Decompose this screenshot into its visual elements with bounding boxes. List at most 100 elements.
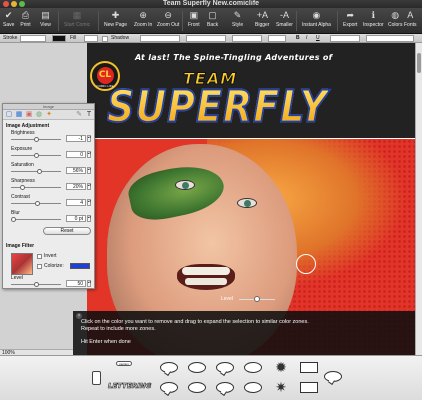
shadow-color-slider[interactable] xyxy=(140,35,180,42)
level-label: Level xyxy=(221,296,233,302)
filter-level-slider[interactable] xyxy=(11,282,61,287)
saturation-slider[interactable] xyxy=(11,169,61,174)
font-size-field[interactable] xyxy=(268,35,286,42)
speech-balloon-3[interactable] xyxy=(160,382,178,393)
instant-alpha-button[interactable]: ◉ Instant Alpha xyxy=(302,10,331,28)
contrast-slider-knob[interactable] xyxy=(35,201,40,206)
stroke-width-select[interactable] xyxy=(20,35,46,42)
sharpness-slider-knob[interactable] xyxy=(20,185,25,190)
sharpness-slider[interactable] xyxy=(11,185,61,190)
export-button[interactable]: ➦ Export xyxy=(343,10,357,28)
level-slider-knob[interactable] xyxy=(254,296,260,302)
comic-page[interactable]: At last! The Spine-Tingling Adventures o… xyxy=(87,43,415,355)
fill-color-well[interactable] xyxy=(84,35,98,42)
blur-value-field[interactable]: 0 pt xyxy=(66,215,86,222)
filter-level-stepper[interactable]: ▴▾ xyxy=(87,280,91,287)
start-comic-button[interactable]: ▦ Start Comic xyxy=(64,10,90,28)
tab-balloon-icon[interactable]: ◍ xyxy=(35,111,43,119)
new-page-button[interactable]: ✚ New Page xyxy=(104,10,127,28)
italic-button[interactable]: I xyxy=(306,35,307,42)
burst-balloon-2[interactable]: ✷ xyxy=(272,380,290,394)
blur-stepper[interactable]: ▴▾ xyxy=(87,215,91,222)
lettering-item[interactable]: LETTERING xyxy=(108,382,152,391)
phone-balloon-item[interactable] xyxy=(92,371,101,385)
colorize-checkbox[interactable] xyxy=(37,264,42,269)
font-style-select[interactable] xyxy=(232,35,262,42)
brightness-stepper[interactable]: ▴▾ xyxy=(87,135,91,142)
zoom-out-button[interactable]: ⊖ Zoom Out xyxy=(157,10,179,28)
style-button[interactable]: ✎ Style xyxy=(232,10,243,28)
burst-balloon-1[interactable]: ✹ xyxy=(272,360,290,374)
hint-line-1: Click on the color you want to remove an… xyxy=(81,319,309,325)
saturation-value-field[interactable]: 56% xyxy=(66,167,86,174)
invert-checkbox[interactable] xyxy=(37,254,42,259)
contrast-value-field[interactable]: 4 xyxy=(66,199,86,206)
font-select[interactable] xyxy=(186,35,226,42)
tagline-text[interactable]: At last! The Spine-Tingling Adventures o… xyxy=(135,53,332,62)
bold-button[interactable]: B xyxy=(296,35,300,42)
filter-preview-thumbnail[interactable] xyxy=(11,253,33,275)
caption-item[interactable]: caption xyxy=(116,361,132,366)
speech-balloon-2[interactable] xyxy=(216,362,234,373)
inspector-button[interactable]: ℹ Inspector xyxy=(363,10,384,28)
thought-balloon-2[interactable] xyxy=(188,382,206,393)
contrast-stepper[interactable]: ▴▾ xyxy=(87,199,91,206)
stroke-color-well[interactable] xyxy=(52,35,66,42)
colors-button[interactable]: ◍ Colors xyxy=(388,10,402,28)
brightness-slider-knob[interactable] xyxy=(34,137,39,142)
contrast-slider[interactable] xyxy=(11,201,61,206)
brightness-slider[interactable] xyxy=(11,137,61,142)
thought-balloon-1[interactable] xyxy=(188,362,206,373)
tab-image-icon[interactable]: ▣ xyxy=(25,111,33,119)
smaller-button[interactable]: -A Smaller xyxy=(276,10,293,28)
save-button[interactable]: ✔ Save xyxy=(3,10,14,28)
image-adjustment-heading: Image Adjustment xyxy=(6,123,50,129)
zoom-in-button[interactable]: ⊕ Zoom In xyxy=(134,10,152,28)
exposure-slider[interactable] xyxy=(11,153,61,158)
speech-balloon-1[interactable] xyxy=(160,362,178,373)
front-button[interactable]: ▣ Front xyxy=(188,10,200,28)
title-panel[interactable]: At last! The Spine-Tingling Adventures o… xyxy=(87,43,415,138)
tab-text-icon[interactable]: T xyxy=(85,111,93,119)
brightness-value-field[interactable]: -1 xyxy=(66,135,86,142)
blur-slider[interactable] xyxy=(11,217,61,222)
exposure-stepper[interactable]: ▴▾ xyxy=(87,151,91,158)
bigger-button[interactable]: +A Bigger xyxy=(255,10,269,28)
speech-balloon-4[interactable] xyxy=(216,382,234,393)
whisper-balloon-1[interactable] xyxy=(244,362,262,373)
exposure-value-field[interactable]: 0 xyxy=(66,151,86,158)
fonts-button[interactable]: A Fonts xyxy=(404,10,417,28)
tab-lettering-icon[interactable]: ✦ xyxy=(45,111,53,119)
title-superfly[interactable]: SUPERFLY xyxy=(106,80,328,132)
view-button[interactable]: ▤ View xyxy=(40,10,51,28)
saturation-slider-knob[interactable] xyxy=(37,169,42,174)
back-button[interactable]: ▢ Back xyxy=(207,10,218,28)
saturation-stepper[interactable]: ▴▾ xyxy=(87,167,91,174)
text-align-control[interactable] xyxy=(330,35,360,42)
text-color-well[interactable] xyxy=(366,35,414,42)
close-hint-icon[interactable]: × xyxy=(76,313,82,319)
filter-level-value[interactable]: 50 xyxy=(66,280,86,287)
whisper-balloon-2[interactable] xyxy=(244,382,262,393)
tab-brush-icon[interactable]: ✎ xyxy=(75,111,83,119)
filter-level-knob[interactable] xyxy=(34,282,39,287)
rect-balloon-1[interactable] xyxy=(300,362,318,373)
scroll-thumb[interactable] xyxy=(417,53,421,73)
sharpness-value-field[interactable]: 20% xyxy=(66,183,86,190)
underline-button[interactable]: U xyxy=(316,35,320,42)
zoom-window-button[interactable] xyxy=(19,1,25,7)
shadow-checkbox[interactable] xyxy=(102,36,108,42)
tab-page-icon[interactable]: ▢ xyxy=(5,111,13,119)
exposure-slider-knob[interactable] xyxy=(34,153,39,158)
colorize-color-well[interactable] xyxy=(70,263,90,269)
blur-slider-knob[interactable] xyxy=(11,217,16,222)
print-button[interactable]: ⎙ Print xyxy=(20,10,31,28)
sharpness-stepper[interactable]: ▴▾ xyxy=(87,183,91,190)
speech-balloon-5[interactable] xyxy=(324,371,342,382)
reset-button[interactable]: Reset xyxy=(43,227,91,235)
vertical-scrollbar[interactable] xyxy=(415,43,422,355)
tab-panel-icon[interactable]: ▦ xyxy=(15,111,23,119)
rect-balloon-2[interactable] xyxy=(300,382,318,393)
close-window-button[interactable] xyxy=(3,1,9,7)
minimize-window-button[interactable] xyxy=(11,1,17,7)
